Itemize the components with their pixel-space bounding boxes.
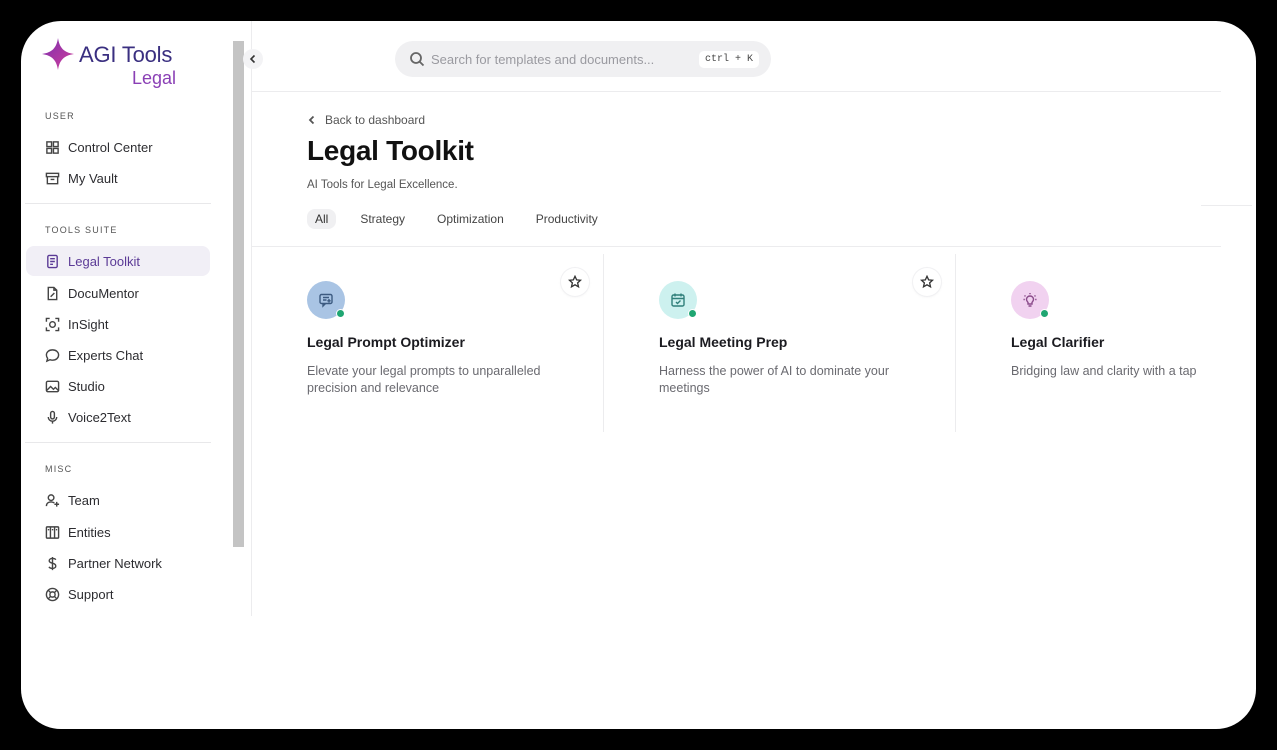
sidebar-item-label: Studio [68,378,105,394]
sparkle-logo-icon [42,38,74,70]
status-online-dot [688,309,697,318]
sidebar-item-label: Experts Chat [68,347,144,363]
sidebar-item-label: Legal Toolkit [68,253,141,269]
card-title: Legal Clarifier [1011,334,1105,350]
sidebar-item-control-center[interactable]: Control Center [26,132,210,162]
divider [25,203,211,204]
section-label-user: USER [45,111,75,121]
sidebar-item-label: Control Center [68,139,153,155]
status-online-dot [336,309,345,318]
tab-all[interactable]: All [307,209,337,229]
back-to-dashboard-link[interactable]: Back to dashboard [307,113,425,127]
sidebar-scrollbar[interactable] [233,41,244,547]
status-online-dot [1040,309,1049,318]
card-description: Bridging law and clarity with a tap [1011,364,1197,378]
logo[interactable]: AGI Tools Legal [41,35,221,95]
sidebar-item-partner-network[interactable]: Partner Network [26,548,210,578]
tool-card[interactable]: Legal Prompt Optimizer Elevate your lega… [307,254,597,432]
section-label-tools-suite: TOOLS SUITE [45,225,118,235]
back-label: Back to dashboard [325,113,426,127]
sidebar-item-label: DocuMentor [68,285,139,301]
calendar-check-icon [671,293,685,307]
sidebar-item-label: Partner Network [68,555,162,571]
sidebar-item-label: Team [68,492,100,508]
page-subtitle: AI Tools for Legal Excellence. [307,179,458,191]
sidebar-border [251,21,252,616]
message-plus-icon [319,293,333,308]
tool-card[interactable]: Legal Meeting Prep Harness the power of … [659,254,949,432]
file-edit-icon [44,285,60,301]
sidebar-item-label: Support [68,586,114,602]
search-input[interactable] [431,51,691,67]
sidebar-item-label: Voice2Text [68,409,131,425]
sidebar-item-support[interactable]: Support [26,579,210,609]
search-icon [410,52,425,67]
collapse-sidebar-button[interactable] [243,49,263,69]
sidebar-item-label: Entities [68,524,111,540]
sidebar-item-experts-chat[interactable]: Experts Chat [26,340,210,370]
tool-card[interactable]: Legal Clarifier Bridging law and clarity… [1011,254,1251,432]
favorite-button[interactable] [913,268,941,296]
keyboard-shortcut-badge: ctrl + K [698,51,759,68]
app-window: AGI Tools Legal USER Control Center My V… [21,21,1256,729]
card-divider [603,254,604,432]
brand-subtitle: Legal [132,68,177,88]
divider [252,91,1221,92]
user-plus-icon [44,492,60,508]
sidebar-item-insight[interactable]: InSight [26,309,210,339]
divider [25,442,211,443]
brand-title: AGI Tools [79,42,173,67]
star-icon [920,275,934,289]
favorite-button[interactable] [561,268,589,296]
lifebuoy-icon [44,586,60,602]
section-label-misc: MISC [45,464,73,474]
grid-icon [44,139,60,155]
tab-strategy[interactable]: Strategy [352,209,413,229]
microphone-icon [44,409,60,425]
category-tabs: All Strategy Optimization Productivity [307,209,616,229]
sidebar-item-my-vault[interactable]: My Vault [26,163,210,193]
chevron-left-icon [308,115,315,125]
sidebar-item-studio[interactable]: Studio [26,371,210,401]
sidebar-item-voice2text[interactable]: Voice2Text [26,402,210,432]
card-description: Harness the power of AI to dominate your… [659,364,889,395]
sidebar-item-entities[interactable]: Entities [26,517,210,547]
tab-productivity[interactable]: Productivity [528,209,606,229]
card-description: Elevate your legal prompts to unparallel… [307,364,541,395]
columns-icon [44,524,60,540]
archive-icon [44,170,60,186]
search-bar[interactable]: ctrl + K [395,41,771,77]
divider [252,246,1221,247]
divider [1201,205,1252,206]
sidebar-item-team[interactable]: Team [26,485,210,515]
tab-optimization[interactable]: Optimization [429,209,512,229]
sidebar-item-label: My Vault [68,170,118,186]
chat-bubble-icon [44,347,60,363]
sidebar-item-documentor[interactable]: DocuMentor [26,278,210,308]
card-title: Legal Prompt Optimizer [307,334,465,350]
page-title: Legal Toolkit [307,135,474,166]
sidebar: AGI Tools Legal USER Control Center My V… [21,21,252,729]
lightbulb-icon [1023,293,1037,307]
card-title: Legal Meeting Prep [659,334,788,350]
image-icon [44,378,60,394]
document-icon [44,253,60,269]
dollar-icon [44,555,60,571]
sidebar-item-legal-toolkit[interactable]: Legal Toolkit [26,246,210,276]
sidebar-item-label: InSight [68,316,109,332]
card-divider [955,254,956,432]
star-icon [568,275,582,289]
scan-face-icon [44,316,60,332]
chevron-left-icon [249,54,256,64]
